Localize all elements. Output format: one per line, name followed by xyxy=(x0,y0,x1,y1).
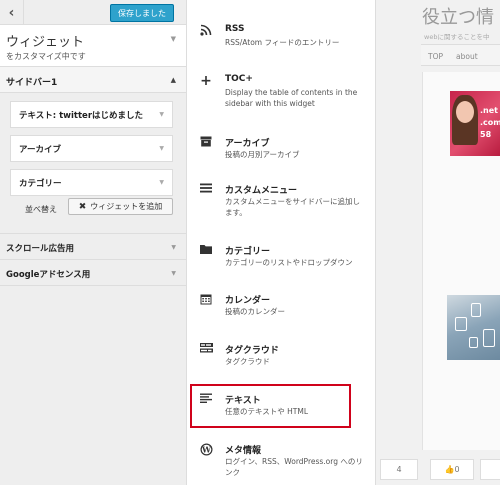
tablet-icon xyxy=(455,317,467,331)
chevron-up-icon: ▲ xyxy=(170,76,176,84)
widget-desc: カテゴリーのリストやドロップダウン xyxy=(225,258,353,267)
section-google-adsense[interactable]: Googleアドセンス用 ▼ xyxy=(0,260,186,286)
widget-desc: Display the table of contents in the sid… xyxy=(225,88,358,108)
panel-subtitle: をカスタマイズ中です xyxy=(6,52,86,61)
section-label: スクロール広告用 xyxy=(6,244,75,254)
chevron-down-icon: ▼ xyxy=(171,270,176,277)
widget-label: カテゴリー xyxy=(19,179,62,189)
add-widget-label: ウィジェットを追加 xyxy=(90,202,163,211)
chevron-left-icon: ‹ xyxy=(8,4,15,21)
widget-category[interactable]: カテゴリー ▼ xyxy=(10,169,173,196)
article-thumbnail[interactable] xyxy=(447,295,500,360)
panel-title: ウィジェット をカスタマイズ中です ▼ xyxy=(0,25,186,67)
highlight-box xyxy=(190,384,351,428)
site-preview: 役立つ情 webに関することを中 TOP about xyxy=(377,0,500,485)
widget-desc: カスタムメニューをサイドバーに追加します。 xyxy=(225,197,360,217)
calendar-icon xyxy=(199,293,213,307)
customizer-panel: ‹ 保存しました ウィジェット をカスタマイズ中です ▼ サイドバー1 ▲ テキ… xyxy=(0,0,187,485)
save-button[interactable]: 保存しました xyxy=(110,4,174,22)
widget-name: RSS xyxy=(225,24,245,34)
preview-share-bar: 4 👍 0 xyxy=(377,455,500,485)
sidebar-widget-list: テキスト: twitterはじめました ▼ アーカイブ ▼ カテゴリー ▼ 並べ… xyxy=(0,93,186,234)
portrait-face xyxy=(456,101,474,123)
widget-name: アーカイブ xyxy=(225,139,270,149)
close-icon: ✖ xyxy=(78,201,87,212)
section-label: Googleアドセンス用 xyxy=(6,270,91,280)
nav-item-top[interactable]: TOP xyxy=(428,52,443,61)
widget-name: タグクラウド xyxy=(225,346,279,356)
customizer-header: ‹ 保存しました xyxy=(0,0,186,25)
section-sidebar-1[interactable]: サイドバー1 ▲ xyxy=(0,67,186,93)
share-count[interactable]: 4 xyxy=(380,459,418,480)
widget-name: カテゴリー xyxy=(225,247,271,257)
section-label: サイドバー1 xyxy=(6,78,58,88)
add-widget-button[interactable]: ✖ ウィジェットを追加 xyxy=(68,198,173,215)
chevron-down-icon: ▼ xyxy=(159,179,164,186)
widget-name: カレンダー xyxy=(225,296,271,306)
site-description: webに関することを中 xyxy=(424,33,490,41)
section-scroll-ad[interactable]: スクロール広告用 ▼ xyxy=(0,234,186,260)
chevron-down-icon: ▼ xyxy=(171,244,176,251)
folder-icon xyxy=(199,244,213,258)
widget-desc: ログイン、RSS、WordPress.org へのリンク xyxy=(225,457,363,477)
widget-desc: 投稿の月別アーカイブ xyxy=(225,150,300,159)
widget-desc: タグクラウド xyxy=(225,357,270,366)
widget-label: テキスト: twitterはじめました xyxy=(19,111,144,121)
widget-name: カスタムメニュー xyxy=(225,186,298,196)
chevron-down-icon: ▼ xyxy=(159,145,164,152)
tag-cloud-icon xyxy=(199,343,213,357)
article-thumbnail[interactable]: .net .com 58 xyxy=(450,91,500,156)
phone-icon xyxy=(471,303,481,317)
like-count: 0 xyxy=(454,465,460,474)
rss-icon xyxy=(199,24,213,38)
chevron-down-icon: ▼ xyxy=(159,111,164,118)
thumbnail-text: .net .com 58 xyxy=(480,106,500,139)
like-button[interactable]: 👍 0 xyxy=(430,459,474,480)
chevron-down-icon[interactable]: ▼ xyxy=(171,35,176,43)
site-title: 役立つ情 xyxy=(422,7,494,28)
widget-name: メタ情報 xyxy=(225,446,262,456)
device-icon xyxy=(469,337,478,348)
widget-name: TOC+ xyxy=(225,74,253,84)
widget-desc: 投稿のカレンダー xyxy=(225,307,285,316)
panel-title-text: ウィジェット xyxy=(6,35,85,50)
menu-icon xyxy=(199,183,213,197)
widget-archive[interactable]: アーカイブ ▼ xyxy=(10,135,173,162)
widget-label: アーカイブ xyxy=(19,145,61,155)
phone-icon xyxy=(483,329,495,347)
plus-icon: + xyxy=(200,73,212,89)
widget-text-twitter[interactable]: テキスト: twitterはじめました ▼ xyxy=(10,101,173,128)
thumbs-up-icon: 👍 xyxy=(444,465,455,474)
share-button[interactable] xyxy=(480,459,500,480)
back-button[interactable]: ‹ xyxy=(0,0,24,25)
svg-text:W: W xyxy=(201,444,212,454)
archive-icon xyxy=(199,136,213,150)
wordpress-icon: W xyxy=(199,443,213,457)
widget-desc: RSS/Atom フィードのエントリー xyxy=(225,38,340,47)
site-nav: TOP about xyxy=(421,44,500,66)
reorder-link[interactable]: 並べ替え xyxy=(25,204,57,215)
nav-item-about[interactable]: about xyxy=(456,52,478,61)
